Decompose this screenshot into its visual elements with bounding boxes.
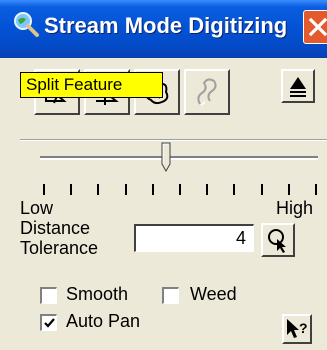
stream-path-icon xyxy=(197,78,217,106)
slider-tick xyxy=(315,184,317,195)
pick-distance-button[interactable] xyxy=(261,223,295,257)
context-help-icon: ? xyxy=(287,319,308,338)
stream-tool-button[interactable] xyxy=(184,69,230,115)
smooth-checkbox[interactable] xyxy=(40,287,57,304)
eject-icon xyxy=(290,77,306,97)
svg-text:?: ? xyxy=(299,320,308,336)
magnifier-globe-icon xyxy=(14,12,39,37)
slider-tick xyxy=(206,184,209,195)
slider-tick xyxy=(233,184,236,195)
slider-tick xyxy=(151,184,154,195)
weed-checkbox[interactable] xyxy=(162,287,179,304)
magnifier-pointer-icon xyxy=(268,229,286,253)
checkmark-icon xyxy=(44,318,55,328)
close-icon xyxy=(308,17,327,37)
stream-mode-window: Stream Mode Digitizing Low High Distance… xyxy=(0,0,327,350)
slider-tick xyxy=(124,184,127,195)
slider-tick xyxy=(287,184,290,195)
smooth-label: Smooth xyxy=(66,284,129,304)
slider-tick xyxy=(260,184,263,195)
collapse-button[interactable] xyxy=(281,69,315,103)
slider-tick xyxy=(70,184,73,195)
slider-low-label: Low xyxy=(20,198,54,218)
autopan-label: Auto Pan xyxy=(66,311,141,331)
slider-tick xyxy=(97,184,100,195)
distance-label-line2: Tolerance xyxy=(20,238,99,258)
separator xyxy=(20,139,327,141)
slider-thumb[interactable] xyxy=(161,142,171,172)
distance-label-line1: Distance xyxy=(20,218,91,238)
autopan-checkbox[interactable] xyxy=(40,314,57,331)
weed-label: Weed xyxy=(190,284,237,304)
context-help-button[interactable]: ? xyxy=(282,314,312,344)
panel-body: Low High Distance Tolerance 4 Smooth Wee… xyxy=(0,58,327,350)
split-feature-tooltip: Split Feature xyxy=(20,72,163,98)
slider-tick xyxy=(179,184,181,195)
slider-track[interactable] xyxy=(40,156,318,160)
slider-tick xyxy=(43,184,45,195)
window-title: Stream Mode Digitizing xyxy=(44,13,288,38)
slider-high-label: High xyxy=(276,198,314,218)
close-button[interactable] xyxy=(303,10,327,44)
title-bar[interactable]: Stream Mode Digitizing xyxy=(0,0,327,58)
distance-tolerance-input[interactable]: 4 xyxy=(134,224,254,252)
